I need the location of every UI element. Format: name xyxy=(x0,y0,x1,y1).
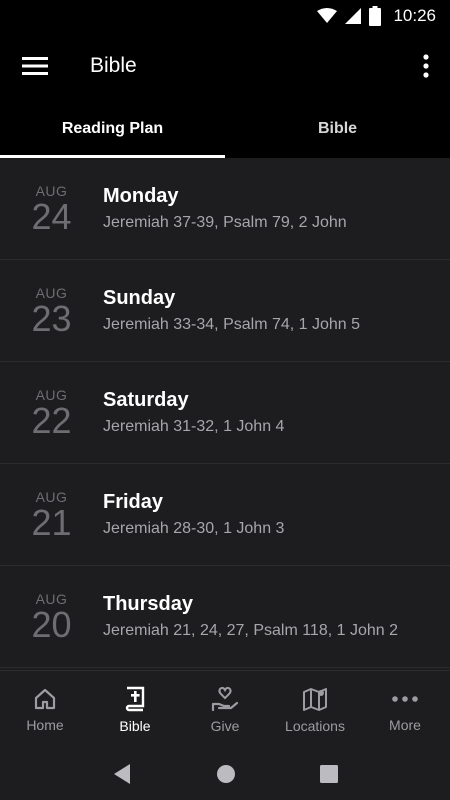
bottom-navigation: Home Bible Give Locations More xyxy=(0,670,450,748)
passages-label: Jeremiah 33-34, Psalm 74, 1 John 5 xyxy=(103,316,361,333)
nav-item-bible[interactable]: Bible xyxy=(90,671,180,748)
tab-reading-plan[interactable]: Reading Plan xyxy=(0,100,225,158)
date-block: AUG 21 xyxy=(0,489,103,541)
tab-bar: Reading Plan Bible xyxy=(0,100,450,158)
nav-label: Home xyxy=(26,716,64,733)
date-block: AUG 23 xyxy=(0,285,103,337)
passages-label: Jeremiah 21, 24, 27, Psalm 118, 1 John 2 xyxy=(103,622,398,639)
passages-label: Jeremiah 37-39, Psalm 79, 2 John xyxy=(103,214,347,231)
give-icon xyxy=(211,686,239,711)
list-item[interactable]: AUG 21 Friday Jeremiah 28-30, 1 John 3 xyxy=(0,464,450,566)
reading-plan-list: AUG 24 Monday Jeremiah 37-39, Psalm 79, … xyxy=(0,158,450,670)
passages-label: Jeremiah 28-30, 1 John 3 xyxy=(103,520,285,537)
tab-bible[interactable]: Bible xyxy=(225,100,450,158)
weekday-label: Friday xyxy=(103,491,164,513)
nav-label: More xyxy=(389,716,421,733)
date-day: 21 xyxy=(31,501,72,543)
weekday-label: Sunday xyxy=(103,287,176,309)
system-navigation-bar xyxy=(0,748,450,800)
list-item[interactable]: AUG 20 Thursday Jeremiah 21, 24, 27, Psa… xyxy=(0,566,450,668)
app-bar: Bible xyxy=(0,32,450,100)
battery-icon xyxy=(369,6,382,26)
more-vertical-icon xyxy=(423,54,429,78)
date-day: 24 xyxy=(31,195,72,237)
back-icon[interactable] xyxy=(112,763,132,785)
nav-item-more[interactable]: More xyxy=(360,671,450,748)
map-icon xyxy=(303,687,327,711)
nav-label: Locations xyxy=(285,717,345,734)
passages-label: Jeremiah 31-32, 1 John 4 xyxy=(103,418,285,435)
status-bar: 10:26 xyxy=(0,0,450,32)
date-day: 20 xyxy=(31,603,72,645)
nav-label: Give xyxy=(210,717,240,734)
date-day: 23 xyxy=(31,297,72,339)
nav-item-home[interactable]: Home xyxy=(0,671,90,748)
cell-signal-icon xyxy=(345,8,362,24)
nav-item-locations[interactable]: Locations xyxy=(270,671,360,748)
bible-icon xyxy=(125,686,145,711)
nav-item-give[interactable]: Give xyxy=(180,671,270,748)
menu-button[interactable] xyxy=(0,32,70,100)
hamburger-menu-icon xyxy=(22,57,48,75)
list-item[interactable]: AUG 24 Monday Jeremiah 37-39, Psalm 79, … xyxy=(0,158,450,260)
date-block: AUG 20 xyxy=(0,591,103,643)
list-item[interactable]: AUG 22 Saturday Jeremiah 31-32, 1 John 4 xyxy=(0,362,450,464)
overflow-menu-button[interactable] xyxy=(402,32,450,100)
more-horizontal-icon xyxy=(392,695,418,702)
recents-icon[interactable] xyxy=(320,765,338,783)
wifi-icon xyxy=(317,8,338,23)
weekday-label: Monday xyxy=(103,185,179,207)
date-day: 22 xyxy=(31,399,72,441)
home-circle-icon[interactable] xyxy=(216,764,236,784)
date-block: AUG 24 xyxy=(0,183,103,235)
nav-label: Bible xyxy=(119,717,151,734)
status-time: 10:26 xyxy=(393,6,436,25)
weekday-label: Thursday xyxy=(103,593,194,615)
home-icon xyxy=(34,688,56,709)
list-item[interactable]: AUG 23 Sunday Jeremiah 33-34, Psalm 74, … xyxy=(0,260,450,362)
date-block: AUG 22 xyxy=(0,387,103,439)
page-title: Bible xyxy=(90,54,137,77)
weekday-label: Saturday xyxy=(103,389,189,411)
